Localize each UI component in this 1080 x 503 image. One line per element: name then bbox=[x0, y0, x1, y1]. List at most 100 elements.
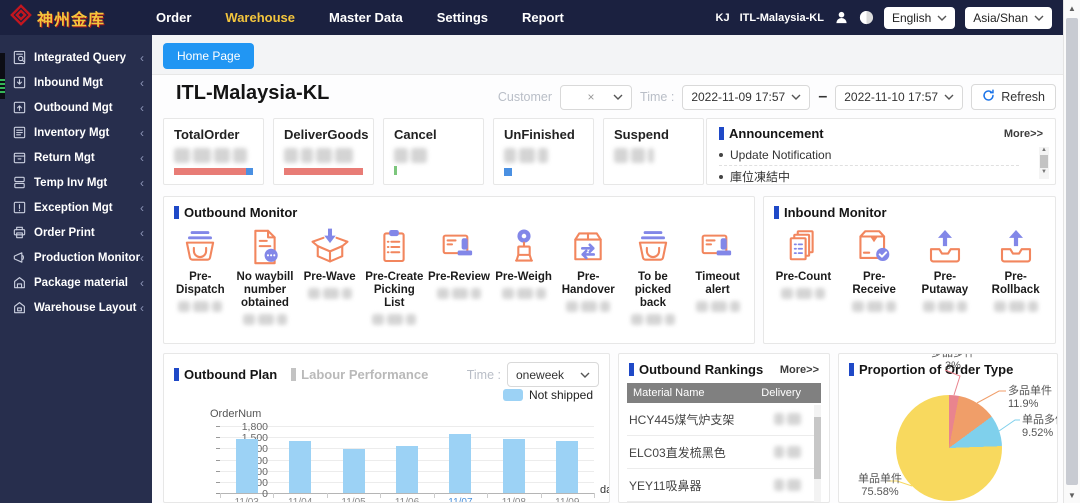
sidebar-item-warehouse-layout[interactable]: Warehouse Layout‹ bbox=[0, 295, 152, 320]
list-divider bbox=[719, 165, 1019, 166]
monitor-item-pre-putaway[interactable]: Pre-Putaway bbox=[913, 226, 977, 312]
pie-label: 多品多件 3% bbox=[927, 353, 979, 373]
customer-select[interactable]: × bbox=[560, 85, 632, 110]
timezone-select[interactable]: Asia/Shan bbox=[965, 7, 1052, 29]
sidebar-item-integrated-query[interactable]: Integrated Query‹ bbox=[0, 45, 152, 70]
chevron-down-icon bbox=[791, 94, 801, 100]
monitor-item-pre-create-picking-list[interactable]: Pre-Create Picking List bbox=[362, 226, 426, 325]
theme-toggle-icon[interactable] bbox=[859, 10, 874, 25]
sidebar-item-order-print[interactable]: Order Print‹ bbox=[0, 220, 152, 245]
material-name-cell: ELC03直发梳黑色 bbox=[629, 444, 726, 461]
monitor-item-pre-handover[interactable]: Pre-Handover bbox=[556, 226, 620, 325]
clipboard-icon bbox=[373, 226, 415, 268]
time-to-select[interactable]: 2022-11-10 17:57 bbox=[835, 85, 963, 110]
stamp-icon bbox=[697, 226, 739, 268]
title-marker bbox=[849, 363, 854, 376]
monitor-item-label: Pre-Rollback bbox=[984, 271, 1048, 297]
bar bbox=[396, 446, 418, 493]
sidebar-scrollbar[interactable] bbox=[0, 53, 5, 99]
scroll-down-icon[interactable]: ▼ bbox=[1064, 491, 1080, 500]
order-type-panel: Proportion of Order Type 多品多件 3% 多品单件 11… bbox=[838, 353, 1058, 503]
scroll-up-icon[interactable]: ▲ bbox=[1064, 4, 1080, 13]
title-marker bbox=[719, 127, 724, 140]
user-icon[interactable] bbox=[834, 10, 849, 25]
x-tick-label: 11/09 bbox=[540, 497, 594, 503]
announcement-item[interactable]: 庫位凍結中 bbox=[719, 167, 1043, 186]
sidebar-item-inbound-mgt[interactable]: Inbound Mgt‹ bbox=[0, 70, 152, 95]
nav-item-master-data[interactable]: Master Data bbox=[315, 0, 417, 35]
chevron-left-icon: ‹ bbox=[140, 126, 144, 140]
time-from-select[interactable]: 2022-11-09 17:57 bbox=[682, 85, 810, 110]
monitor-item-pre-receive[interactable]: Pre-Receive bbox=[842, 226, 906, 312]
nav-item-settings[interactable]: Settings bbox=[423, 0, 502, 35]
monitor-item-pre-count[interactable]: Pre-Count bbox=[771, 226, 835, 312]
title-marker bbox=[174, 368, 179, 381]
nav-item-order[interactable]: Order bbox=[142, 0, 205, 35]
scrollbar-thumb[interactable] bbox=[814, 417, 821, 479]
tab-labour-performance[interactable]: Labour Performance bbox=[291, 367, 428, 382]
announcement-scrollbar[interactable]: ▲▼ bbox=[1039, 147, 1049, 179]
table-row[interactable]: YEY11吸鼻器 bbox=[627, 469, 821, 502]
legend-swatch bbox=[503, 389, 523, 401]
monitor-item-label: To be picked back bbox=[621, 271, 685, 310]
sidebar-item-label: Return Mgt bbox=[34, 152, 95, 164]
monitor-item-pre-wave[interactable]: Pre-Wave bbox=[298, 226, 362, 325]
sidebar-item-package-material[interactable]: Package material‹ bbox=[0, 270, 152, 295]
app-window: 神州金库 OrderWarehouseMaster DataSettingsRe… bbox=[0, 0, 1080, 503]
y-tick-mark bbox=[216, 437, 220, 438]
megaphone-icon bbox=[12, 250, 27, 265]
chevron-left-icon: ‹ bbox=[140, 226, 144, 240]
announcement-item-text: 庫位凍結中 bbox=[730, 168, 790, 185]
timezone-value: Asia/Shan bbox=[973, 11, 1028, 25]
inbound-monitor-title: Inbound Monitor bbox=[784, 205, 887, 220]
table-row[interactable]: HCY445煤气炉支架 bbox=[627, 403, 821, 436]
sidebar-item-label: Package material bbox=[34, 277, 128, 289]
monitor-item-pre-rollback[interactable]: Pre-Rollback bbox=[984, 226, 1048, 312]
monitor-item-pre-weigh[interactable]: Pre-Weigh bbox=[492, 226, 556, 325]
sidebar-item-label: Warehouse Layout bbox=[34, 302, 136, 314]
bar bbox=[236, 439, 258, 493]
monitor-item-timeout-alert[interactable]: Timeout alert bbox=[686, 226, 750, 325]
time-label: Time : bbox=[640, 90, 674, 104]
delivery-cell bbox=[774, 479, 801, 491]
tab-home-page[interactable]: Home Page bbox=[163, 43, 254, 69]
redacted-value bbox=[437, 288, 481, 299]
sidebar-item-temp-inv-mgt[interactable]: Temp Inv Mgt‹ bbox=[0, 170, 152, 195]
clear-icon[interactable]: × bbox=[588, 90, 595, 104]
table-row[interactable]: ELC03直发梳黑色 bbox=[627, 436, 821, 469]
nav-item-warehouse[interactable]: Warehouse bbox=[211, 0, 309, 35]
sidebar-item-inventory-mgt[interactable]: Inventory Mgt ‹ bbox=[0, 120, 152, 145]
sidebar-item-production-monitor[interactable]: Production Monitor‹ bbox=[0, 245, 152, 270]
navbar-right: KJ ITL-Malaysia-KL English Asia/Shan bbox=[716, 7, 1080, 29]
window-scrollbar[interactable]: ▲ ▼ bbox=[1063, 0, 1080, 503]
monitor-item-to-be-picked-back[interactable]: To be picked back bbox=[621, 226, 685, 325]
monitor-item-pre-dispatch[interactable]: Pre-Dispatch bbox=[168, 226, 232, 325]
scrollbar-thumb[interactable] bbox=[1066, 18, 1078, 485]
sidebar-item-label: Inventory Mgt bbox=[34, 127, 109, 139]
tab-outbound-plan[interactable]: Outbound Plan bbox=[174, 367, 277, 382]
rankings-scrollbar[interactable] bbox=[814, 405, 821, 503]
logo-text: 神州金库 bbox=[37, 6, 105, 30]
sidebar-item-outbound-mgt[interactable]: Outbound Mgt‹ bbox=[0, 95, 152, 120]
monitor-item-pre-review[interactable]: Pre-Review bbox=[427, 226, 491, 325]
header-controls: Customer × Time : 2022-11-09 17:57 – 202… bbox=[498, 84, 1056, 110]
rankings-table-header: Material Name Delivery bbox=[627, 383, 821, 403]
announcement-more-link[interactable]: More>> bbox=[1004, 128, 1043, 140]
refresh-button[interactable]: Refresh bbox=[971, 84, 1056, 110]
material-name-cell: YEY11吸鼻器 bbox=[629, 477, 701, 494]
language-select[interactable]: English bbox=[884, 7, 955, 29]
chart-time-value: oneweek bbox=[516, 368, 564, 382]
rankings-more-link[interactable]: More>> bbox=[780, 364, 819, 376]
x-axis-title: date bbox=[600, 484, 610, 496]
monitor-item-no-waybill-number-obtained[interactable]: No waybill number obtained bbox=[233, 226, 297, 325]
sidebar-item-exception-mgt[interactable]: Exception Mgt‹ bbox=[0, 195, 152, 220]
current-warehouse: ITL-Malaysia-KL bbox=[740, 12, 824, 24]
announcement-item[interactable]: Update Notification bbox=[719, 145, 1043, 164]
announcement-list: Update Notification 庫位凍結中 bbox=[719, 145, 1043, 186]
sidebar-item-return-mgt[interactable]: Return Mgt‹ bbox=[0, 145, 152, 170]
stat-card-bar bbox=[504, 168, 583, 175]
nav-item-report[interactable]: Report bbox=[508, 0, 578, 35]
chart-time-select[interactable]: oneweek bbox=[507, 362, 599, 387]
sidebar-item-label: Temp Inv Mgt bbox=[34, 177, 107, 189]
y-tick-mark bbox=[216, 448, 220, 449]
